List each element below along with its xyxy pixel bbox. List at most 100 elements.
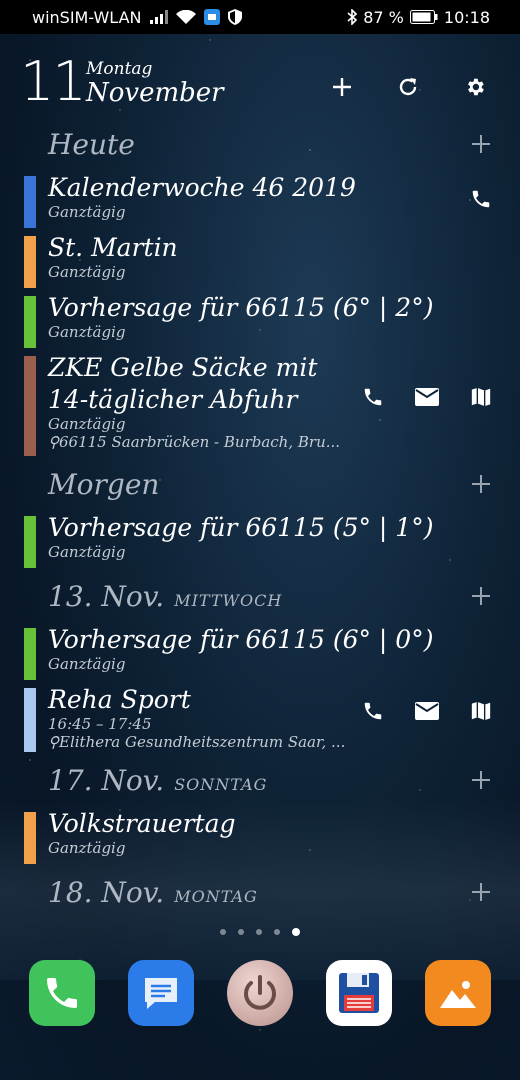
plus-icon: [333, 78, 351, 96]
wifi-icon: [175, 10, 196, 24]
current-day-number: 11: [20, 50, 87, 113]
page-dot[interactable]: [220, 929, 226, 935]
mail-icon: [415, 388, 439, 406]
event-title: Vorhersage für 66115 (5° | 1°): [48, 513, 434, 542]
current-month: November: [86, 78, 224, 108]
bluetooth-icon: [347, 9, 358, 25]
event-color-bar: [24, 296, 36, 348]
carrier-label: winSIM-WLAN: [32, 7, 142, 27]
section-title: Heute: [48, 128, 135, 161]
section-weekday: MONTAG: [174, 887, 258, 906]
power-app-icon[interactable]: [227, 960, 293, 1026]
day-section-header: Morgen: [0, 460, 520, 512]
day-section-header: 18. Nov. MONTAG: [0, 868, 520, 920]
power-icon: [244, 975, 276, 1010]
day-section-header: 17. Nov. SONNTAG: [0, 756, 520, 808]
gallery-app-icon[interactable]: [425, 960, 491, 1026]
plus-icon[interactable]: [470, 769, 492, 791]
plus-icon[interactable]: [470, 133, 492, 155]
event-title: Volkstrauertag: [48, 809, 236, 838]
event-actions: [358, 382, 496, 412]
call-button[interactable]: [358, 696, 388, 726]
event-item[interactable]: Vorhersage für 66115 (6° | 2°) Ganztägig: [0, 292, 520, 352]
page-dot-active[interactable]: [292, 928, 300, 936]
event-title: St. Martin: [48, 233, 178, 262]
event-item[interactable]: St. Martin Ganztägig: [0, 232, 520, 292]
event-time: Ganztägig: [48, 839, 126, 857]
location-pin-icon: ⚲: [48, 733, 59, 751]
event-item[interactable]: ZKE Gelbe Säcke mit 14-täglicher Abfuhr …: [0, 352, 520, 460]
mail-icon: [415, 702, 439, 720]
event-time: Ganztägig: [48, 415, 126, 433]
refresh-icon: [399, 78, 417, 96]
event-color-bar: [24, 812, 36, 864]
section-title: 18. Nov. MONTAG: [48, 876, 258, 909]
event-item[interactable]: Kalenderwoche 46 2019 Ganztägig: [0, 172, 520, 232]
refresh-button[interactable]: [391, 70, 425, 104]
save-app-icon[interactable]: [326, 960, 392, 1026]
day-section-header: Heute: [0, 120, 520, 172]
shield-icon: [227, 9, 242, 25]
floppy-disk-icon: [339, 973, 379, 1013]
email-button[interactable]: [412, 382, 442, 412]
event-time: Ganztägig: [48, 323, 126, 341]
day-section-header: 13. Nov. MITTWOCH: [0, 572, 520, 624]
event-title: ZKE Gelbe Säcke mit: [48, 353, 318, 382]
phone-icon: [472, 190, 490, 208]
map-button[interactable]: [466, 696, 496, 726]
section-title: 17. Nov. SONNTAG: [48, 764, 268, 797]
current-weekday: Montag: [86, 59, 153, 79]
add-event-button[interactable]: [325, 70, 359, 104]
event-item[interactable]: Reha Sport 16:45 – 17:45 ⚲Elithera Gesun…: [0, 684, 520, 756]
settings-button[interactable]: [458, 70, 492, 104]
phone-icon: [47, 978, 77, 1008]
event-color-bar: [24, 688, 36, 752]
event-actions: [466, 184, 496, 214]
event-color-bar: [24, 628, 36, 680]
event-color-bar: [24, 356, 36, 456]
section-title: 13. Nov. MITTWOCH: [48, 580, 283, 613]
call-button[interactable]: [358, 382, 388, 412]
status-bar: winSIM-WLAN 87 % 10:18: [0, 0, 520, 34]
page-dot[interactable]: [274, 929, 280, 935]
calendar-widget-header: 11 Montag November: [20, 50, 500, 113]
event-actions: [358, 696, 496, 726]
call-button[interactable]: [466, 184, 496, 214]
section-weekday: MITTWOCH: [174, 591, 283, 610]
event-time: Ganztägig: [48, 263, 126, 281]
event-title: Vorhersage für 66115 (6° | 0°): [48, 625, 434, 654]
event-time: Ganztägig: [48, 543, 126, 561]
battery-percentage: 87 %: [363, 7, 404, 27]
event-title: Kalenderwoche 46 2019: [48, 173, 356, 202]
battery-icon: [409, 10, 438, 24]
clock: 10:18: [443, 7, 490, 27]
event-time: Ganztägig: [48, 655, 126, 673]
messages-app-icon[interactable]: [128, 960, 194, 1026]
map-icon: [471, 387, 491, 407]
event-title: Vorhersage für 66115 (6° | 2°): [48, 293, 434, 322]
event-color-bar: [24, 176, 36, 228]
event-item[interactable]: Vorhersage für 66115 (5° | 1°) Ganztägig: [0, 512, 520, 572]
gear-icon: [468, 78, 484, 96]
image-icon: [440, 981, 476, 1008]
phone-app-icon[interactable]: [29, 960, 95, 1026]
notification-app-icon: [203, 9, 220, 25]
page-dot[interactable]: [238, 929, 244, 935]
phone-icon: [364, 388, 382, 406]
event-item[interactable]: Volkstrauertag Ganztägig: [0, 808, 520, 868]
event-time: Ganztägig: [48, 203, 126, 221]
map-button[interactable]: [466, 382, 496, 412]
event-color-bar: [24, 516, 36, 568]
plus-icon[interactable]: [470, 585, 492, 607]
location-pin-icon: ⚲: [48, 433, 59, 451]
chat-bubble-icon: [145, 978, 177, 1009]
page-dot[interactable]: [256, 929, 262, 935]
email-button[interactable]: [412, 696, 442, 726]
plus-icon[interactable]: [470, 881, 492, 903]
section-title: Morgen: [48, 468, 160, 501]
plus-icon[interactable]: [470, 473, 492, 495]
event-item[interactable]: Vorhersage für 66115 (6° | 0°) Ganztägig: [0, 624, 520, 684]
event-location: ⚲Elithera Gesundheitszentrum Saar, ...: [48, 733, 346, 751]
app-dock: [0, 960, 520, 1030]
phone-icon: [364, 702, 382, 720]
